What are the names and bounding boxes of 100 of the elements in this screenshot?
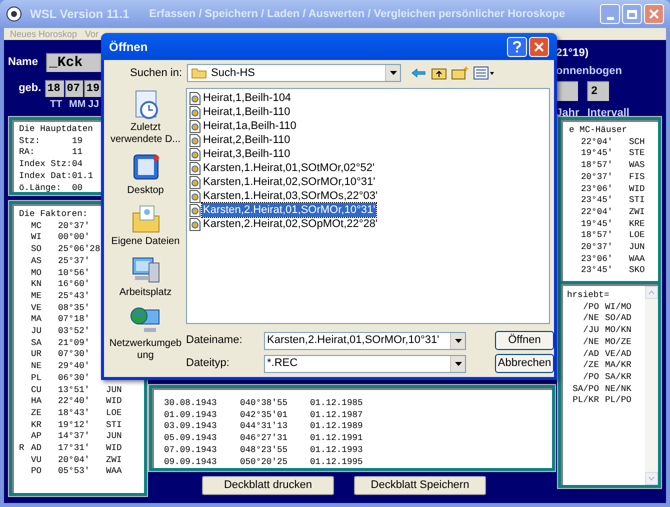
factor-name: CU (31, 384, 43, 396)
factor-name: SA (31, 338, 43, 350)
new-folder-icon (451, 66, 469, 80)
scrollbar[interactable] (645, 286, 658, 485)
factor-name: WI (31, 232, 43, 244)
back-arrow-icon (411, 66, 427, 80)
factor-name: PO (31, 466, 43, 478)
input-field[interactable] (556, 81, 578, 101)
file-item[interactable]: Karsten,1.Heirat,02,SOrMOr,10°31' (202, 175, 376, 189)
minimize-button[interactable] (600, 4, 620, 24)
factor-value: 05°53' (58, 466, 91, 478)
house-value: 19°45' (581, 218, 614, 230)
app-icon (6, 6, 22, 22)
input-field[interactable]: 2 (587, 81, 610, 101)
date-field[interactable]: 07 (64, 80, 84, 97)
table-cell: 01.12.1995 (310, 456, 363, 468)
help-button[interactable] (507, 36, 527, 56)
factor-value: 20°04' (58, 454, 91, 466)
close-icon (649, 9, 659, 19)
factor-name: KN (31, 279, 43, 291)
factor-name: UR (31, 349, 43, 362)
file-item[interactable]: Karsten,2.Heirat,02,SOpMOt,22°28' (202, 217, 379, 231)
table-cell-text: 042°35'01 (240, 410, 289, 422)
file-item[interactable]: Heirat,1,Beilh-104 (202, 91, 292, 105)
factor-sign: LOE (106, 408, 122, 420)
factor-value: 20°37' (58, 220, 91, 232)
file-item[interactable]: Karsten,1.Heirat,03,SOrMOs,22°03' (202, 189, 379, 203)
input-field[interactable]: Karsten,2.Heirat,01,SOrMOr,10°31' (264, 332, 466, 350)
file-item[interactable]: Heirat,1a,Beilh-110 (202, 119, 298, 133)
date-label: TT (50, 98, 64, 112)
name-field[interactable]: _Kck (46, 53, 104, 72)
factor-sign: ZWI (106, 454, 122, 466)
midpoint-cell-text: /PO (582, 372, 600, 384)
factor-name: KR (31, 420, 43, 432)
factor-sign: JUN (106, 384, 122, 396)
date-label: MM (69, 98, 83, 112)
factor-value: 19°12' (58, 420, 91, 432)
midpoint-cell: MA/KR (605, 360, 632, 372)
look-in-dropdown[interactable]: Such-HS (187, 64, 401, 82)
look-in-value: Such-HS (211, 66, 256, 81)
factor-value: 03°52' (58, 326, 91, 338)
data-value: 11 (72, 147, 83, 160)
factor-name: MA (31, 314, 43, 326)
house-value: 23°45' (581, 265, 614, 278)
factor-name: AP (31, 431, 43, 444)
factor-name: ME (31, 290, 43, 303)
action-button[interactable]: Deckblatt drucken (202, 476, 334, 494)
data-label: Stz: (19, 136, 42, 148)
house-sign: WAS (629, 160, 645, 172)
factor-value: 06°30' (58, 372, 91, 385)
factor-value: 14°37' (58, 431, 91, 444)
file-item[interactable]: Heirat,2,Beilh-110 (202, 133, 292, 147)
factor-name: JU (31, 326, 43, 338)
house-value: 22°04' (581, 206, 614, 219)
file-icon (189, 218, 201, 230)
midpoint-cell-text: /ZE (582, 360, 600, 372)
close-button[interactable] (529, 36, 549, 56)
midpoint-cell-text: SA/PO (572, 384, 600, 396)
place-link[interactable]: Arbeitsplatz (119, 287, 172, 299)
maximize-button[interactable] (622, 4, 642, 24)
file-icon (189, 190, 201, 202)
file-item[interactable]: Heirat,1,Beilh-110 (202, 105, 292, 119)
field-label: Dateiname: (186, 333, 244, 348)
retrograde-mark: R (19, 443, 26, 455)
data-value: 00 (72, 182, 83, 194)
input-field[interactable]: *.REC (264, 354, 466, 372)
midpoint-cell: SO/AD (605, 313, 632, 326)
table-cell-text: 046°27'31 (240, 433, 289, 445)
file-icon (189, 106, 201, 118)
factor-value: 07°18' (58, 314, 91, 326)
dialog-button[interactable]: Abbrechen (495, 354, 554, 373)
factor-value: 18°43' (58, 408, 91, 420)
date-field[interactable]: 18 (45, 80, 64, 97)
factor-value: 07°30' (58, 349, 91, 362)
section-title: Die Hauptdaten (19, 124, 93, 136)
house-sign: STE (629, 148, 645, 160)
factor-sign: WID (106, 396, 122, 408)
house-value: 18°57' (581, 160, 614, 172)
midpoint-cell-text: PL/KR (572, 395, 600, 408)
file-item[interactable]: Heirat,3,Beilh-110 (202, 147, 292, 161)
file-item[interactable]: Karsten,2.Heirat,01,SOrMOr,10°31' (202, 203, 376, 217)
place-link[interactable]: Desktop (127, 185, 164, 197)
file-item[interactable]: Karsten,1.Heirat,01,SOtMOr,02°52' (202, 161, 376, 175)
place-link[interactable]: Zuletzt verwendete D... (108, 122, 184, 146)
place-link[interactable]: Netzwerkumgebung (108, 338, 184, 362)
factor-value: 22°40' (58, 396, 91, 408)
table-cell-text: 05.09.1943 (164, 433, 218, 445)
field-label: Dateityp: (186, 356, 230, 372)
data-label: Index Dat: (19, 170, 72, 183)
dialog-button[interactable]: Öffnen (495, 331, 554, 350)
place-link[interactable]: Eigene Dateien (111, 236, 180, 248)
factor-value: 25°06'28 (58, 244, 102, 256)
section-title: Die Faktoren: (19, 209, 88, 221)
section-title: hrsiebt= (567, 290, 610, 302)
action-button[interactable]: Deckblatt Speichern (354, 476, 486, 494)
factor-value: 08°35' (58, 302, 91, 314)
file-icon (189, 148, 201, 160)
house-sign: JUN (629, 242, 645, 254)
table-cell: 01.12.1987 (310, 410, 363, 422)
close-button[interactable] (644, 4, 664, 24)
